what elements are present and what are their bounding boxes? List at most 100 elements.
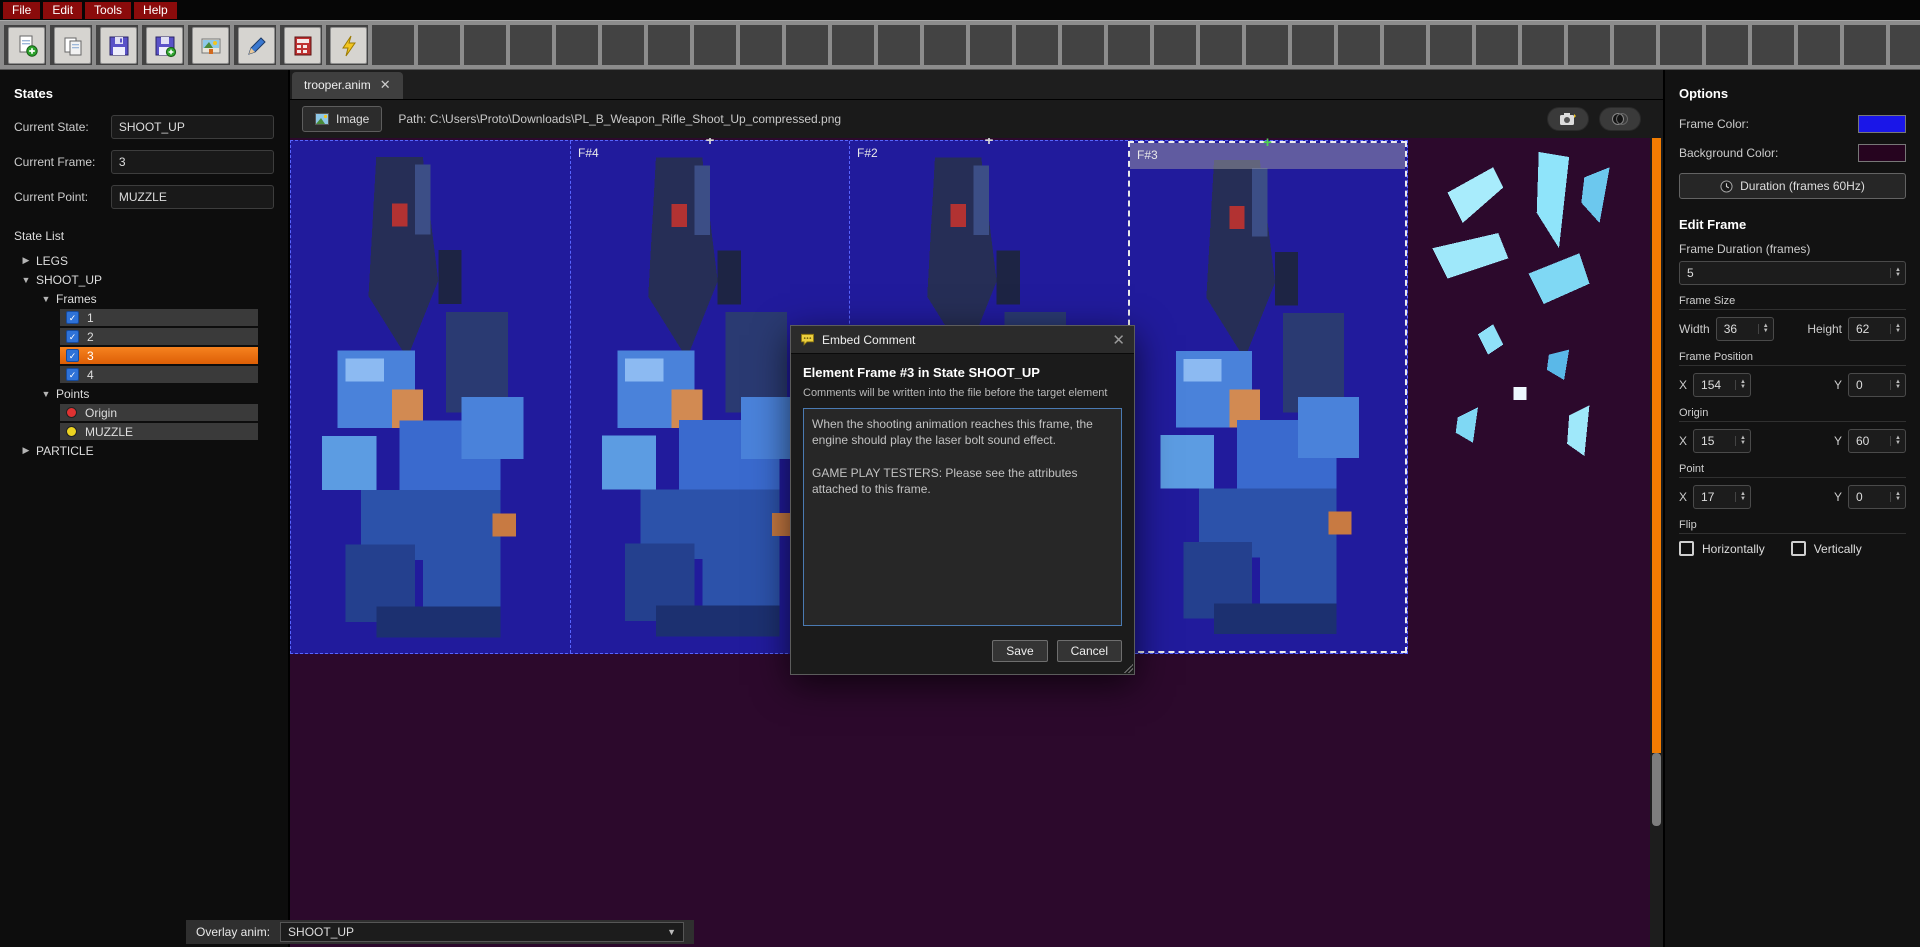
checkbox-unchecked-icon[interactable] <box>1791 541 1806 556</box>
overlay-anim-select[interactable]: SHOOT_UP ▼ <box>280 922 684 942</box>
menu-edit[interactable]: Edit <box>43 2 82 19</box>
cancel-button[interactable]: Cancel <box>1057 640 1122 662</box>
tree-item-label: Points <box>56 387 89 401</box>
tree-item-frame-1[interactable]: ✓ 1 <box>14 308 274 327</box>
onion-skin-button[interactable] <box>1599 107 1641 131</box>
tab-bar: trooper.anim ✕ <box>290 70 1663 100</box>
save-as-button[interactable] <box>146 27 183 64</box>
frame-color-swatch[interactable] <box>1858 115 1906 133</box>
tree-item-label: MUZZLE <box>85 425 133 439</box>
tree-item-label: Frames <box>56 292 97 306</box>
tab-label: trooper.anim <box>304 78 371 92</box>
menu-file[interactable]: File <box>3 2 40 19</box>
image-icon <box>315 113 329 125</box>
dialog-title-bar[interactable]: Embed Comment ✕ <box>791 326 1134 354</box>
copy-button[interactable] <box>54 27 91 64</box>
point-x-input[interactable]: 17 ▲▼ <box>1693 485 1751 509</box>
checkbox-unchecked-icon[interactable] <box>1679 541 1694 556</box>
tree-item-particle[interactable]: ▶ PARTICLE <box>14 441 274 460</box>
current-state-label: Current State: <box>14 120 111 134</box>
dialog-heading: Element Frame #3 in State SHOOT_UP <box>803 365 1122 380</box>
tree-item-label: PARTICLE <box>36 444 94 458</box>
tree-item-muzzle[interactable]: MUZZLE <box>14 422 274 441</box>
spinner-arrows[interactable]: ▲▼ <box>1890 324 1905 334</box>
edit-frame-title: Edit Frame <box>1679 217 1906 232</box>
current-point-input[interactable]: MUZZLE <box>111 185 274 209</box>
states-panel-title: States <box>14 86 274 101</box>
tree-item-points[interactable]: ▼ Points <box>14 384 274 403</box>
main-toolbar <box>0 20 1920 70</box>
point-y-input[interactable]: 0 ▲▼ <box>1848 485 1906 509</box>
scrollbar-fill <box>1652 138 1661 753</box>
checkbox-checked-icon[interactable]: ✓ <box>66 311 79 324</box>
options-panel-title: Options <box>1679 86 1906 101</box>
flip-vertical-option[interactable]: Vertically <box>1791 541 1862 556</box>
spinner-arrows[interactable]: ▲▼ <box>1735 492 1750 502</box>
current-state-input[interactable]: SHOOT_UP <box>111 115 274 139</box>
save-button[interactable]: Save <box>992 640 1047 662</box>
tree-item-frame-4[interactable]: ✓ 4 <box>14 365 274 384</box>
tree-item-label: LEGS <box>36 254 68 268</box>
chevron-down-icon[interactable]: ▼ <box>40 294 52 304</box>
tree-item-frame-3-selected[interactable]: ✓ 3 <box>14 346 274 365</box>
tree-item-frame-2[interactable]: ✓ 2 <box>14 327 274 346</box>
frame-region-1[interactable] <box>291 141 570 653</box>
menu-help[interactable]: Help <box>134 2 177 19</box>
tree-item-origin[interactable]: Origin <box>14 403 274 422</box>
edit-button[interactable] <box>238 27 275 64</box>
resize-grip[interactable] <box>1123 663 1133 673</box>
save-button[interactable] <box>100 27 137 64</box>
origin-y-input[interactable]: 60 ▲▼ <box>1848 429 1906 453</box>
spinner-value: 0 <box>1849 378 1890 392</box>
spinner-arrows[interactable]: ▲▼ <box>1890 436 1905 446</box>
chevron-right-icon[interactable]: ▶ <box>20 255 32 266</box>
chevron-down-icon[interactable]: ▼ <box>20 275 32 285</box>
new-file-button[interactable] <box>8 27 45 64</box>
chevron-down-icon[interactable]: ▼ <box>40 389 52 399</box>
tree-item-label: 3 <box>87 349 94 363</box>
tree-item-shoot-up[interactable]: ▼ SHOOT_UP <box>14 270 274 289</box>
origin-x-input[interactable]: 15 ▲▼ <box>1693 429 1751 453</box>
chevron-down-icon: ▼ <box>667 927 676 937</box>
width-input[interactable]: 36 ▲▼ <box>1716 317 1774 341</box>
frame-position-x-input[interactable]: 154 ▲▼ <box>1693 373 1751 397</box>
x-label: X <box>1679 490 1687 504</box>
tree-item-legs[interactable]: ▶ LEGS <box>14 251 274 270</box>
width-label: Width <box>1679 322 1710 336</box>
snapshot-button[interactable] <box>1547 107 1589 131</box>
x-label: X <box>1679 434 1687 448</box>
chevron-right-icon[interactable]: ▶ <box>20 445 32 456</box>
tab-trooper-anim[interactable]: trooper.anim ✕ <box>292 72 403 99</box>
spinner-arrows[interactable]: ▲▼ <box>1890 380 1905 390</box>
frame-position-y-input[interactable]: 0 ▲▼ <box>1848 373 1906 397</box>
spinner-arrows[interactable]: ▲▼ <box>1735 436 1750 446</box>
checkbox-checked-icon[interactable]: ✓ <box>66 330 79 343</box>
close-icon[interactable]: ✕ <box>1112 331 1125 349</box>
comment-textarea[interactable]: When the shooting animation reaches this… <box>803 408 1122 626</box>
checkbox-checked-icon[interactable]: ✓ <box>66 368 79 381</box>
height-input[interactable]: 62 ▲▼ <box>1848 317 1906 341</box>
background-color-swatch[interactable] <box>1858 144 1906 162</box>
checkbox-checked-icon[interactable]: ✓ <box>66 349 79 362</box>
frame-size-section-label: Frame Size <box>1679 295 1906 310</box>
close-icon[interactable]: ✕ <box>380 80 391 90</box>
frame-duration-input[interactable]: 5 ▲▼ <box>1679 261 1906 285</box>
flip-horizontal-option[interactable]: Horizontally <box>1679 541 1765 556</box>
spinner-arrows[interactable]: ▲▼ <box>1758 324 1773 334</box>
canvas-scrollbar[interactable] <box>1650 138 1663 947</box>
menu-tools[interactable]: Tools <box>85 2 131 19</box>
current-frame-input[interactable]: 3 <box>111 150 274 174</box>
image-button[interactable]: Image <box>302 106 382 132</box>
frame-label: F#3 <box>1137 148 1158 162</box>
export-button[interactable] <box>192 27 229 64</box>
scrollbar-thumb[interactable] <box>1652 753 1661 826</box>
spinner-arrows[interactable]: ▲▼ <box>1890 492 1905 502</box>
muzzle-point-icon <box>66 426 77 437</box>
attributes-button[interactable] <box>284 27 321 64</box>
frame-region-3-selected[interactable]: F#3 + <box>1128 141 1407 653</box>
run-button[interactable] <box>330 27 367 64</box>
duration-button[interactable]: Duration (frames 60Hz) <box>1679 173 1906 199</box>
spinner-arrows[interactable]: ▲▼ <box>1735 380 1750 390</box>
tree-item-frames[interactable]: ▼ Frames <box>14 289 274 308</box>
spinner-arrows[interactable]: ▲▼ <box>1890 268 1905 278</box>
